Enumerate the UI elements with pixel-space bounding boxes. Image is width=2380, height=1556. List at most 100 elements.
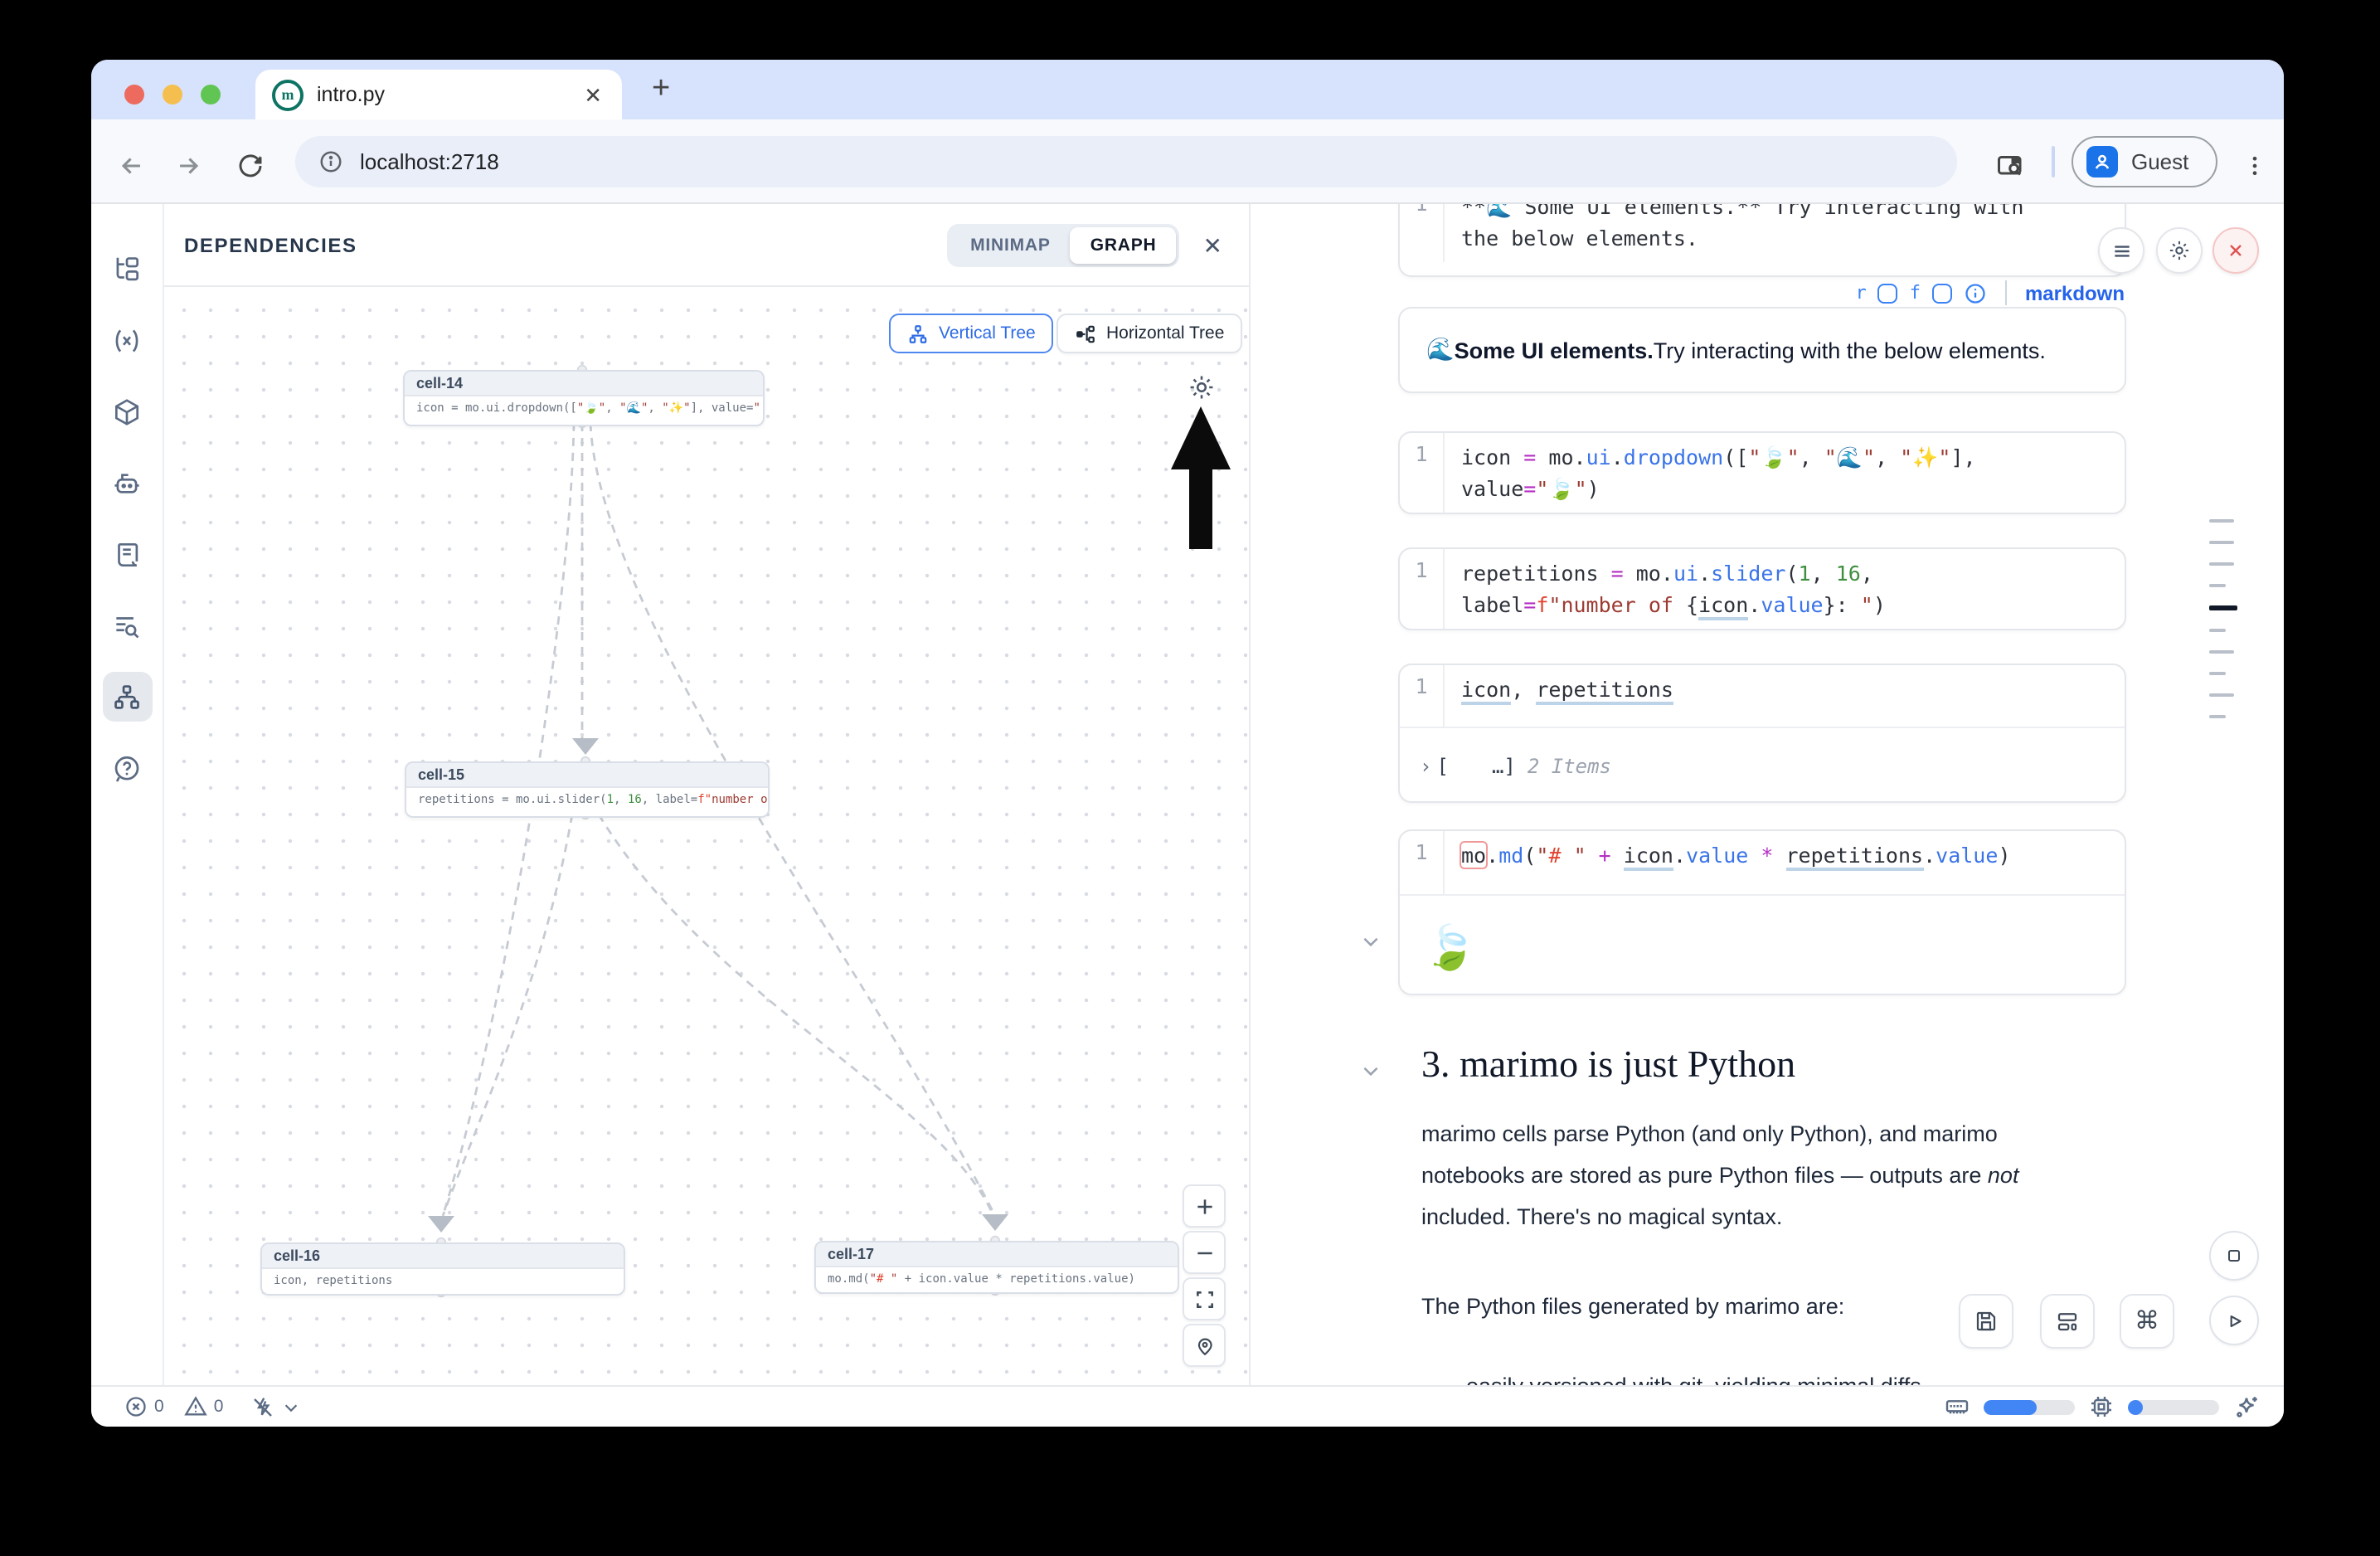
site-info-icon[interactable] [318, 149, 343, 174]
cell-md-source[interactable]: 1 **🌊 Some UI elements.** Try interactin… [1398, 204, 2126, 277]
language-badge[interactable]: markdown [2025, 281, 2125, 304]
cell-dropdown[interactable]: 1 icon = mo.ui.dropdown(["🍃", "🌊", "✨"],… [1398, 431, 2126, 514]
app-view-button[interactable] [2040, 1294, 2095, 1349]
interrupt-button[interactable] [2209, 1231, 2259, 1281]
back-icon[interactable] [118, 152, 146, 180]
md-expression-output: 🍃 [1400, 894, 2125, 995]
minimap-cell-line[interactable] [2209, 715, 2226, 718]
cpu-usage-meter [2128, 1399, 2219, 1414]
minimap-cell-line[interactable] [2209, 562, 2234, 566]
file-tree-icon [111, 253, 143, 284]
maximize-window-button[interactable] [201, 85, 221, 105]
minimap-cell-line[interactable] [2209, 629, 2226, 632]
minimap-cell-line[interactable] [2209, 693, 2234, 697]
forward-icon[interactable] [174, 152, 202, 180]
cell-minimap [2209, 519, 2237, 718]
save-button[interactable] [1959, 1294, 2013, 1349]
fullscreen-icon [1193, 1288, 1215, 1310]
warnings-status[interactable]: 0 [184, 1395, 224, 1418]
new-tab-button[interactable]: + [652, 73, 670, 105]
shutdown-button[interactable] [2212, 227, 2259, 274]
notebook-menu-button[interactable] [2098, 227, 2144, 274]
search-tabs-icon[interactable] [1995, 151, 2025, 181]
code-line: label=f"number of {icon.value}: ") [1461, 592, 1886, 620]
dependency-graph-canvas[interactable]: Vertical Tree Horizontal Tree cell-14 ic… [164, 287, 1249, 1385]
graph-node-cell-14[interactable]: cell-14 icon = mo.ui.dropdown(["🍃", "🌊",… [403, 370, 765, 426]
cell-slider[interactable]: 1 repetitions = mo.ui.slider(1, 16, labe… [1398, 547, 2126, 630]
collapsed-dots: …] [1492, 755, 1516, 778]
warning-triangle-icon [184, 1395, 207, 1418]
run-button[interactable] [2209, 1296, 2259, 1345]
notebook-settings-button[interactable] [2156, 227, 2203, 274]
minimap-cell-line[interactable] [2209, 584, 2226, 587]
md-output-bold: Some UI elements. [1455, 338, 1654, 362]
reload-icon[interactable] [237, 153, 264, 179]
frozen-toggle-label: f [1910, 282, 1921, 304]
locate-button[interactable] [1183, 1324, 1226, 1367]
profile-button[interactable]: Guest [2072, 136, 2217, 187]
code-editor[interactable]: **🌊 Some UI elements.** Try interacting … [1445, 204, 2125, 262]
collapse-section-chevron-icon[interactable] [1360, 1060, 1382, 1082]
minimap-cell-line[interactable] [2209, 650, 2234, 654]
autorun-toggle[interactable] [250, 1394, 299, 1419]
browser-tab[interactable]: m intro.py ✕ [255, 70, 622, 119]
sidebar-item-packages[interactable] [102, 387, 152, 436]
expand-chevron[interactable]: › [1420, 755, 1431, 778]
tab-graph[interactable]: GRAPH [1071, 226, 1177, 263]
zoom-out-button[interactable] [1183, 1231, 1226, 1274]
tab-minimap[interactable]: MINIMAP [950, 226, 1071, 263]
errors-status[interactable]: 0 [124, 1395, 164, 1418]
sidebar-item-dependencies[interactable] [102, 672, 152, 722]
graph-settings-gear-icon[interactable] [1188, 373, 1216, 401]
minimap-cell-line[interactable] [2209, 605, 2237, 610]
cell-md-expression[interactable]: 1 mo.md("# " + icon.value * repetitions.… [1398, 829, 2126, 995]
sidebar-item-help[interactable] [102, 743, 152, 793]
cell-footer-toggles: r f markdown [1855, 280, 2125, 305]
panel-close-icon[interactable]: ✕ [1203, 233, 1222, 256]
sidebar-item-snippets[interactable] [102, 529, 152, 579]
collapse-output-chevron-icon[interactable] [1360, 931, 1382, 952]
minimize-window-button[interactable] [163, 85, 182, 105]
vertical-tree-button[interactable]: Vertical Tree [889, 314, 1054, 353]
code-editor[interactable]: mo.md("# " + icon.value * repetitions.va… [1445, 831, 2125, 894]
horizontal-tree-button[interactable]: Horizontal Tree [1056, 314, 1242, 353]
node-code: icon = mo.ui.dropdown(["🍃", "🌊", "✨"], v… [405, 396, 763, 418]
line-number: 1 [1400, 204, 1445, 262]
code-line: value="🍃") [1461, 476, 1600, 501]
sidebar-item-variables[interactable] [102, 315, 152, 365]
sidebar-item-logs[interactable] [102, 601, 152, 650]
zoom-in-button[interactable] [1183, 1184, 1226, 1228]
minimap-cell-line[interactable] [2209, 519, 2234, 523]
code-editor[interactable]: icon = mo.ui.dropdown(["🍃", "🌊", "✨"], v… [1445, 433, 2125, 513]
help-bubble-icon [111, 752, 143, 784]
sidebar-item-ai-assistant[interactable] [102, 458, 152, 508]
code-editor[interactable]: icon, repetitions [1445, 665, 2125, 727]
minimap-cell-line[interactable] [2209, 541, 2234, 544]
section-paragraph-2: The Python files generated by marimo are… [1421, 1286, 2045, 1327]
reveal-checkbox[interactable] [1878, 283, 1898, 303]
minimap-cell-line[interactable] [2209, 672, 2226, 675]
graph-node-cell-16[interactable]: cell-16 icon, repetitions [260, 1242, 625, 1296]
annotation-cursor-arrow [1169, 406, 1242, 552]
cell-tuple[interactable]: 1 icon, repetitions › [ …] 2 Items [1398, 664, 2126, 803]
address-bar[interactable]: localhost:2718 [295, 136, 1957, 187]
sidebar-item-file-explorer[interactable] [102, 244, 152, 294]
save-icon [1974, 1309, 1999, 1334]
graph-node-cell-15[interactable]: cell-15 repetitions = mo.ui.slider(1, 16… [405, 761, 770, 818]
plus-icon [1193, 1195, 1215, 1217]
paragraph-text: included. There's no magical syntax. [1421, 1204, 1782, 1229]
info-icon[interactable] [1964, 281, 1987, 304]
ai-sparkle-icon[interactable] [2232, 1393, 2261, 1421]
code-editor[interactable]: repetitions = mo.ui.slider(1, 16, label=… [1445, 549, 2125, 629]
keyboard-shortcuts-button[interactable]: ⌘ [2120, 1294, 2174, 1349]
close-window-button[interactable] [124, 85, 144, 105]
code-line: icon, repetitions [1461, 677, 1673, 705]
tab-close-icon[interactable]: ✕ [580, 80, 605, 109]
frozen-checkbox[interactable] [1932, 283, 1952, 303]
graph-node-cell-17[interactable]: cell-17 mo.md("# " + icon.value * repeti… [814, 1241, 1179, 1294]
close-x-icon [2226, 241, 2246, 260]
fit-view-button[interactable] [1183, 1277, 1226, 1320]
kebab-menu-icon[interactable] [2242, 153, 2267, 178]
vertical-tree-label: Vertical Tree [939, 323, 1036, 343]
error-circle-icon [124, 1395, 148, 1418]
